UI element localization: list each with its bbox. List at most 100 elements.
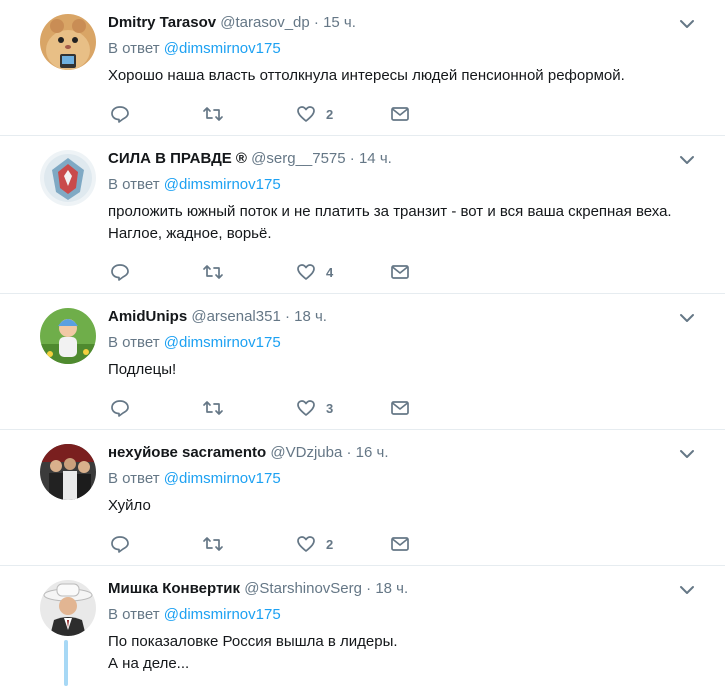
replies-timeline: Dmitry Tarasov @tarasov_dp · 15 ч. В отв… (0, 0, 725, 686)
avatar[interactable] (40, 14, 96, 70)
tweet[interactable]: СИЛА В ПРАВДЕ ® @serg__7575 · 14 ч. В от… (0, 136, 725, 294)
reply-prefix: В ответ (108, 470, 160, 487)
chevron-down-icon[interactable] (679, 152, 695, 168)
reply-prefix: В ответ (108, 40, 160, 57)
chevron-down-icon[interactable] (679, 310, 695, 326)
retweet-icon (203, 107, 223, 121)
reply-context: В ответ @dimsmirnov175 (108, 469, 695, 489)
tweet-text: Хорошо наша власть оттолкнула интересы л… (108, 67, 625, 84)
tweet-content: Мишка Конвертик @StarshinovSerg · 18 ч. … (108, 579, 695, 675)
tweet-text: По показаловке Россия вышла в лидеры. А … (108, 631, 695, 675)
tweet-content: Dmitry Tarasov @tarasov_dp · 15 ч. В отв… (108, 13, 695, 87)
envelope-icon (391, 265, 409, 279)
group-photo-avatar-image (40, 444, 96, 500)
separator-dot: · (313, 14, 319, 31)
like-button[interactable]: 4 (296, 262, 333, 282)
author-name[interactable]: AmidUnips (108, 308, 187, 325)
thread-line (64, 640, 68, 686)
reply-button[interactable] (110, 262, 130, 282)
tweet-header: нехуйове sacramento @VDzjuba · 16 ч. (108, 443, 695, 463)
avatar[interactable] (40, 444, 96, 500)
reply-button[interactable] (110, 104, 130, 124)
retweet-icon (203, 265, 223, 279)
tweet-text: Подлецы! (108, 361, 177, 378)
reply-button[interactable] (110, 398, 130, 418)
tweet-text-line: А на деле... (108, 655, 190, 672)
author-name[interactable]: Мишка Конвертик (108, 580, 240, 597)
author-handle[interactable]: @serg__7575 (251, 150, 345, 167)
tweet-header: СИЛА В ПРАВДЕ ® @serg__7575 · 14 ч. (108, 149, 695, 169)
crest-avatar-image (40, 150, 96, 206)
direct-message-button[interactable] (390, 262, 410, 282)
author-name[interactable]: СИЛА В ПРАВДЕ ® (108, 150, 247, 167)
like-count: 2 (326, 536, 334, 552)
avatar[interactable] (40, 150, 96, 206)
heart-icon (297, 536, 315, 552)
tweet-time[interactable]: 18 ч. (375, 580, 408, 597)
heart-icon (297, 106, 315, 122)
retweet-button[interactable] (202, 398, 224, 418)
tweet-time[interactable]: 18 ч. (294, 308, 327, 325)
tweet-time[interactable]: 16 ч. (356, 444, 389, 461)
reply-context: В ответ @dimsmirnov175 (108, 39, 695, 59)
reply-mention-link[interactable]: @dimsmirnov175 (164, 606, 281, 623)
tweet[interactable]: Dmitry Tarasov @tarasov_dp · 15 ч. В отв… (0, 0, 725, 136)
tweet-content: AmidUnips @arsenal351 · 18 ч. В ответ @d… (108, 307, 695, 381)
reply-context: В ответ @dimsmirnov175 (108, 333, 695, 353)
retweet-icon (203, 537, 223, 551)
chevron-down-icon[interactable] (679, 582, 695, 598)
tweet-content: нехуйове sacramento @VDzjuba · 16 ч. В о… (108, 443, 695, 517)
direct-message-button[interactable] (390, 534, 410, 554)
retweet-button[interactable] (202, 262, 224, 282)
reply-mention-link[interactable]: @dimsmirnov175 (164, 40, 281, 57)
envelope-icon (391, 537, 409, 551)
tweet-time[interactable]: 14 ч. (359, 150, 392, 167)
cowboy-photo-avatar-image (40, 580, 96, 636)
reply-prefix: В ответ (108, 334, 160, 351)
retweet-button[interactable] (202, 534, 224, 554)
reply-mention-link[interactable]: @dimsmirnov175 (164, 334, 281, 351)
like-button[interactable]: 2 (296, 534, 333, 554)
retweet-icon (203, 401, 223, 415)
direct-message-button[interactable] (390, 104, 410, 124)
chevron-down-icon[interactable] (679, 446, 695, 462)
tweet[interactable]: Мишка Конвертик @StarshinovSerg · 18 ч. … (0, 566, 725, 686)
reply-prefix: В ответ (108, 606, 160, 623)
reply-prefix: В ответ (108, 176, 160, 193)
tweet-header: AmidUnips @arsenal351 · 18 ч. (108, 307, 695, 327)
reply-button[interactable] (110, 534, 130, 554)
reply-mention-link[interactable]: @dimsmirnov175 (164, 470, 281, 487)
heart-icon (297, 400, 315, 416)
author-name[interactable]: Dmitry Tarasov (108, 14, 216, 31)
avatar[interactable] (40, 308, 96, 364)
avatar[interactable] (40, 580, 96, 636)
like-button[interactable]: 3 (296, 398, 333, 418)
separator-dot: · (349, 150, 355, 167)
author-handle[interactable]: @StarshinovSerg (244, 580, 362, 597)
tweet-header: Мишка Конвертик @StarshinovSerg · 18 ч. (108, 579, 695, 599)
tweet[interactable]: нехуйове sacramento @VDzjuba · 16 ч. В о… (0, 430, 725, 566)
like-count: 4 (326, 264, 334, 280)
tweet-header: Dmitry Tarasov @tarasov_dp · 15 ч. (108, 13, 695, 33)
tweet[interactable]: AmidUnips @arsenal351 · 18 ч. В ответ @d… (0, 294, 725, 430)
tweet-text: проложить южный поток и не платить за тр… (108, 203, 672, 242)
author-handle[interactable]: @tarasov_dp (220, 14, 309, 31)
retweet-button[interactable] (202, 104, 224, 124)
separator-dot: · (284, 308, 290, 325)
author-handle[interactable]: @arsenal351 (191, 308, 280, 325)
like-button[interactable]: 2 (296, 104, 333, 124)
separator-dot: · (366, 580, 372, 597)
tweet-time[interactable]: 15 ч. (323, 14, 356, 31)
reply-icon (111, 106, 129, 123)
hamster-avatar-image (40, 14, 96, 70)
author-name[interactable]: нехуйове sacramento (108, 444, 266, 461)
reply-icon (111, 400, 129, 417)
author-handle[interactable]: @VDzjuba (270, 444, 342, 461)
reply-mention-link[interactable]: @dimsmirnov175 (164, 176, 281, 193)
chevron-down-icon[interactable] (679, 16, 695, 32)
reply-icon (111, 264, 129, 281)
tweet-text: Хуйло (108, 497, 151, 514)
direct-message-button[interactable] (390, 398, 410, 418)
separator-dot: · (346, 444, 352, 461)
envelope-icon (391, 107, 409, 121)
